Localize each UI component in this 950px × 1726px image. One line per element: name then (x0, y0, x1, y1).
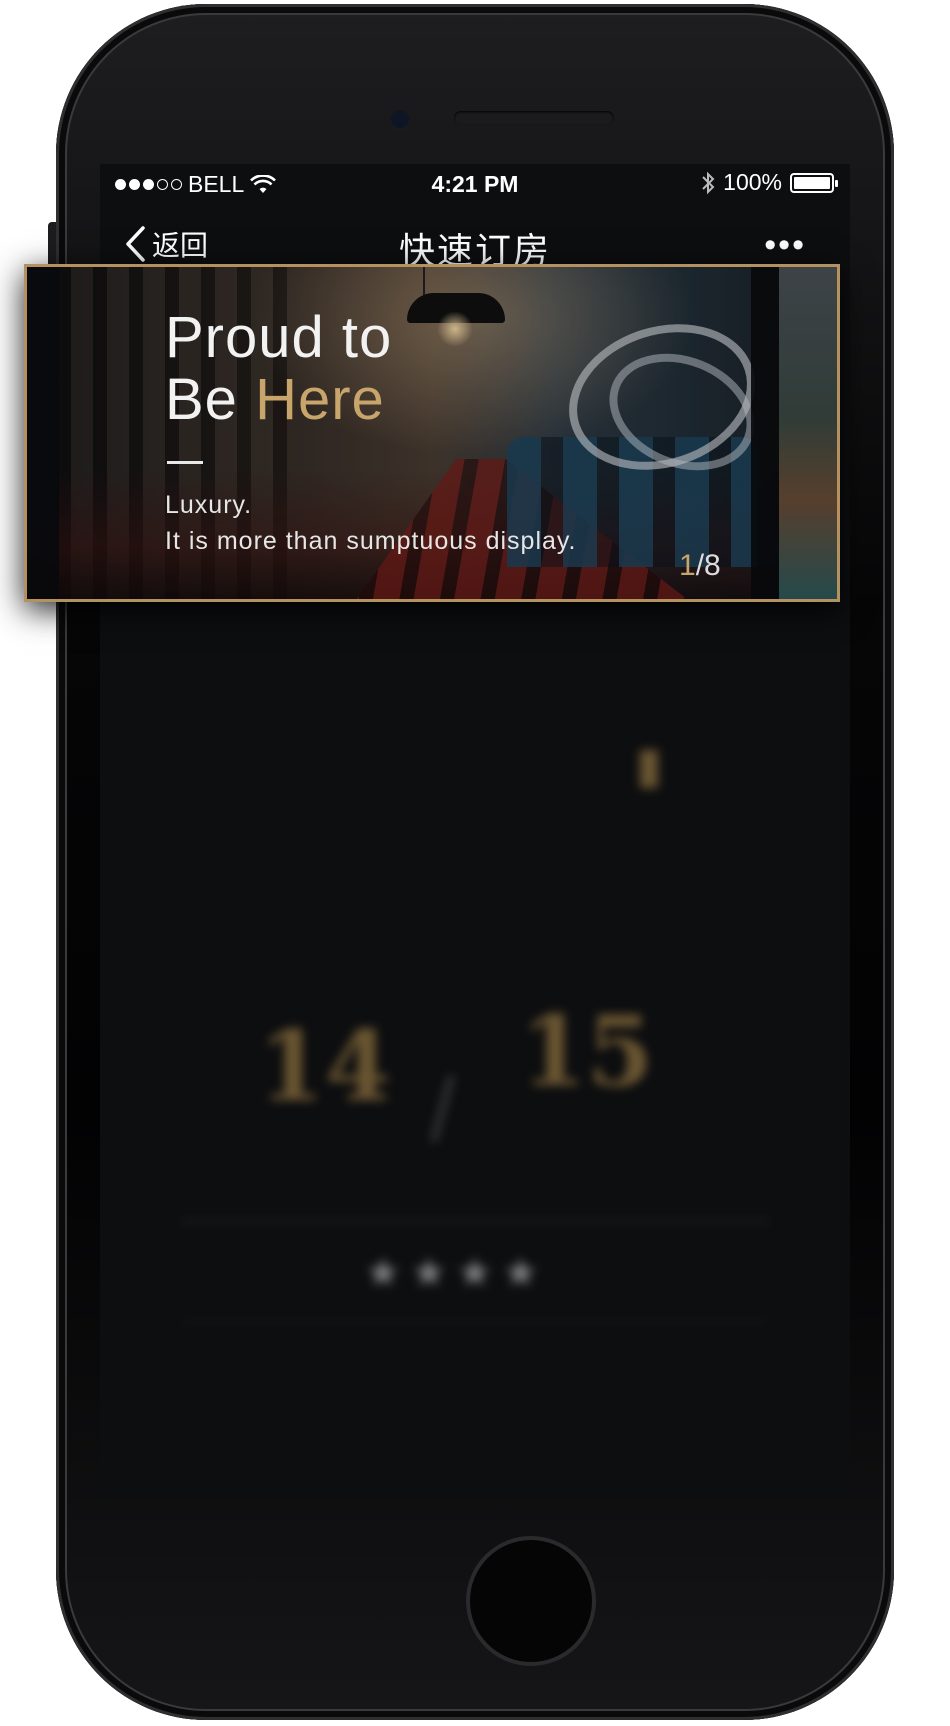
banner-headline: Proud to Be Here (165, 307, 392, 431)
checkin-day: 14 (258, 1010, 392, 1123)
slide-counter-current: 1 (679, 549, 696, 582)
blurred-divider (180, 1220, 770, 1222)
battery-percentage: 100% (723, 169, 782, 195)
blurred-gold-marker (640, 750, 658, 788)
status-right: 100% (701, 169, 838, 196)
banner-headline-line2: Be Here (165, 369, 392, 431)
banner-headline-prefix: Be (165, 367, 256, 432)
banner-subtitle-line1: Luxury. (165, 491, 253, 519)
banner-subtitle: Luxury. It is more than sumptuous displa… (165, 487, 577, 559)
front-camera (391, 110, 409, 128)
slide-counter: 1/8 (679, 549, 721, 583)
blurred-divider-2 (180, 1320, 770, 1322)
battery-icon (790, 172, 838, 193)
status-bar: BELL 4:21 PM 100% (100, 164, 850, 204)
banner-headline-line1: Proud to (165, 305, 393, 370)
banner-subtitle-line2: It is more than sumptuous display. (165, 527, 577, 555)
more-options-button[interactable]: ••• (764, 226, 806, 265)
hotel-promo-banner[interactable]: Proud to Be Here Luxury. It is more than… (24, 264, 840, 602)
battery-level-fill (794, 176, 830, 189)
checkout-day: 15 (520, 995, 654, 1108)
device-mockup: BELL 4:21 PM 100% 返回 快速订房 ••• 14 / 15 ★★… (0, 0, 950, 1726)
bluetooth-icon (702, 171, 715, 194)
star-rating-icon: ★★★★ (365, 1251, 549, 1295)
date-separator: / (430, 1061, 456, 1161)
earpiece-speaker (454, 111, 614, 125)
home-button[interactable] (466, 1536, 596, 1666)
banner-headline-accent: Here (255, 367, 385, 432)
slide-counter-total: /8 (695, 549, 721, 582)
banner-divider (167, 461, 203, 464)
